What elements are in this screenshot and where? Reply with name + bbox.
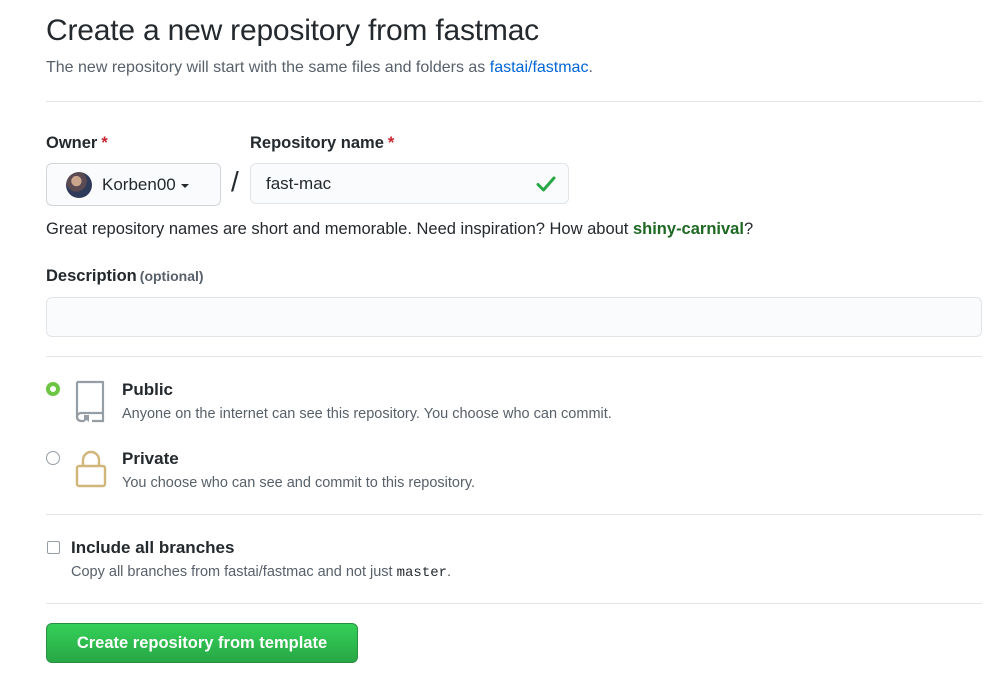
required-mark: *: [387, 134, 395, 152]
description-label-text: Description: [46, 267, 137, 285]
subtitle-suffix: .: [588, 59, 593, 76]
repo-book-icon: [75, 380, 105, 423]
private-title: Private: [122, 449, 179, 468]
required-mark: *: [101, 134, 108, 152]
divider: [46, 356, 982, 357]
branches-description-suffix: .: [447, 564, 452, 580]
description-input[interactable]: [46, 297, 982, 337]
public-description: Anyone on the internet can see this repo…: [122, 406, 612, 422]
subtitle-text: The new repository will start with the s…: [46, 59, 490, 76]
template-repo-link[interactable]: fastai/fastmac: [490, 59, 589, 76]
optional-tag: (optional): [139, 268, 204, 284]
caret-down-icon: [180, 183, 189, 188]
repo-name-label: Repository name *: [250, 134, 394, 153]
private-description: You choose who can see and commit to thi…: [122, 475, 476, 491]
hint-suffix: ?: [743, 220, 754, 238]
name-suggestion[interactable]: shiny-carnival: [633, 220, 744, 238]
page-title: Create a new repository from fastmac: [46, 14, 539, 47]
divider: [46, 514, 982, 515]
owner-name: Korben00: [102, 174, 176, 194]
repo-name-label-text: Repository name: [250, 134, 384, 152]
owner-label: Owner *: [46, 134, 108, 153]
repo-name-hint: Great repository names are short and mem…: [46, 220, 753, 239]
create-repo-page: Create a new repository from fastmac The…: [0, 0, 1000, 693]
divider: [46, 101, 982, 102]
include-branches-checkbox[interactable]: [47, 541, 60, 554]
create-repository-button[interactable]: Create repository from template: [46, 623, 358, 663]
lock-icon: [75, 450, 107, 488]
owner-label-text: Owner: [46, 134, 98, 152]
include-branches-description: Copy all branches from fastai/fastmac an…: [71, 564, 451, 581]
page-subtitle: The new repository will start with the s…: [46, 59, 593, 77]
public-title: Public: [122, 380, 174, 399]
hint-text: Great repository names are short and mem…: [46, 220, 633, 238]
owner-dropdown[interactable]: Korben00: [46, 163, 221, 206]
description-label: Description (optional): [46, 267, 204, 286]
public-radio[interactable]: [46, 382, 60, 396]
default-branch-name: master: [396, 565, 448, 581]
repo-name-input[interactable]: [250, 163, 569, 204]
include-branches-label: Include all branches: [71, 538, 235, 557]
owner-repo-separator: /: [231, 166, 239, 197]
avatar: [66, 171, 92, 198]
check-icon: [536, 176, 556, 192]
private-radio[interactable]: [46, 451, 60, 465]
branches-description-text: Copy all branches from fastai/fastmac an…: [71, 564, 397, 580]
divider: [46, 603, 982, 604]
